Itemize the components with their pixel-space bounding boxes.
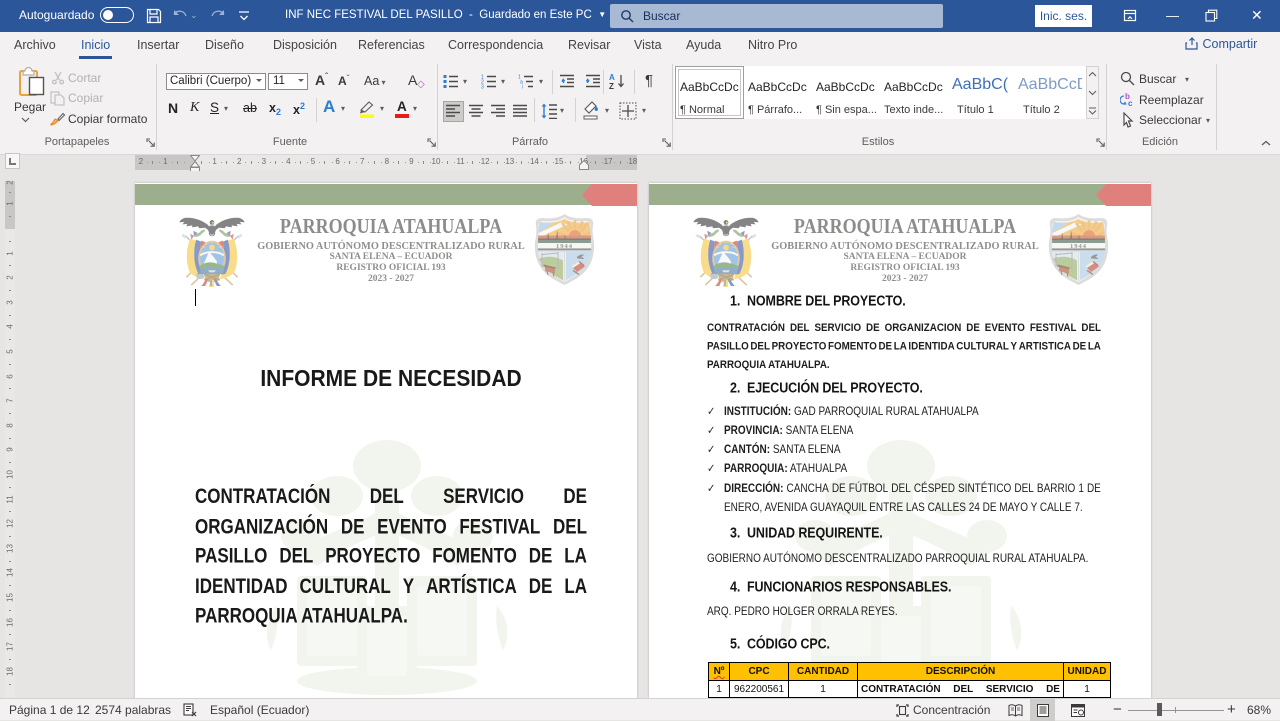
svg-text:Z: Z [609, 82, 614, 90]
svg-text:i: i [522, 85, 523, 90]
svg-text:c: c [1128, 99, 1133, 107]
svg-text:3: 3 [481, 85, 484, 90]
svg-text:A: A [609, 73, 615, 82]
